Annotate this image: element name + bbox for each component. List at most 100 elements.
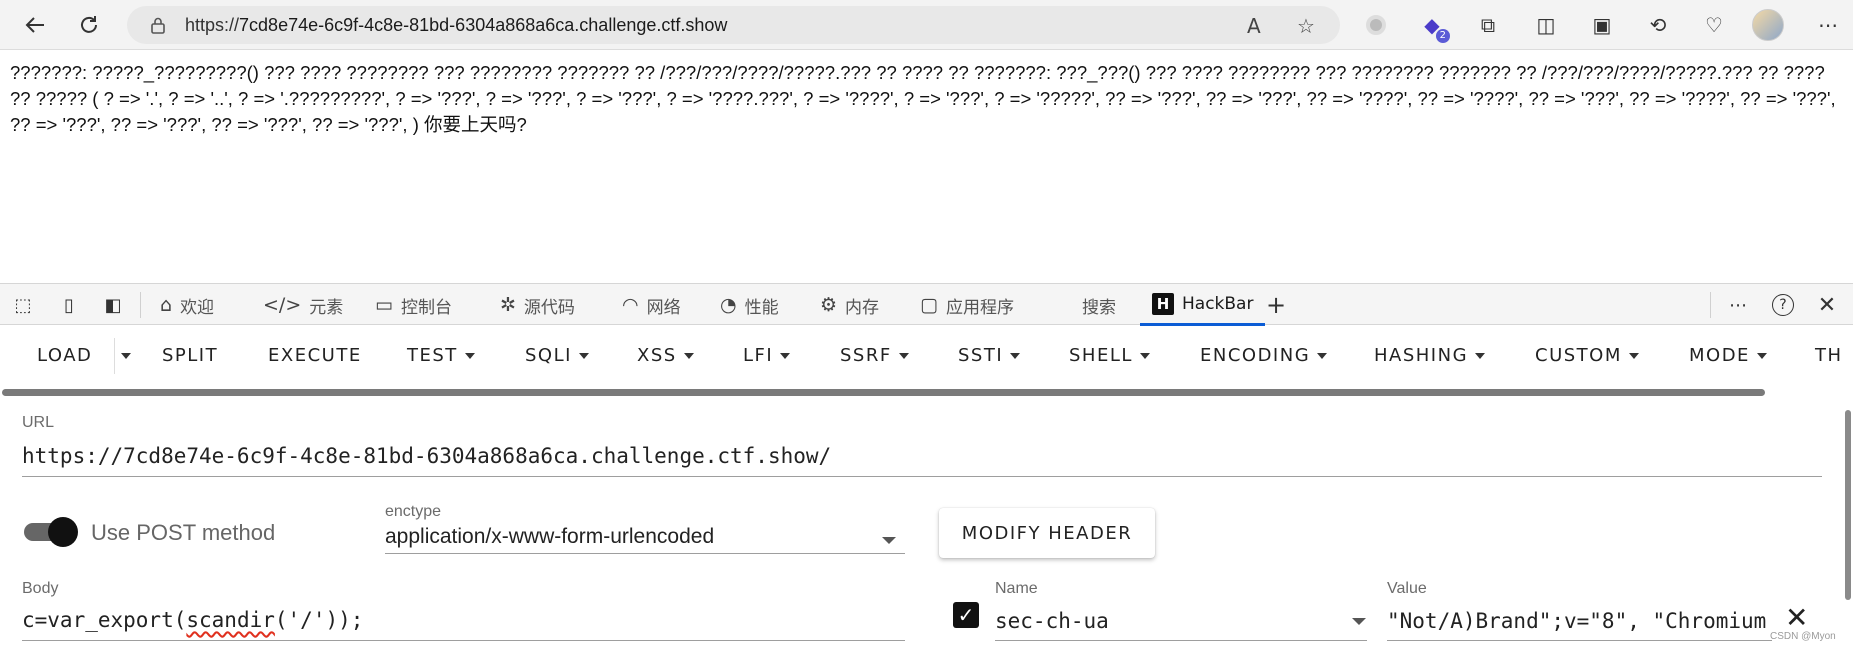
wifi-icon: ◠ (622, 294, 639, 316)
read-aloud-icon[interactable]: A (1247, 14, 1261, 38)
tab-welcome[interactable]: ⌂ 欢迎 (160, 284, 214, 326)
address-url[interactable]: https://7cd8e74e-6c9f-4c8e-81bd-6304a868… (185, 15, 727, 36)
chevron-down-icon (121, 353, 131, 359)
menu-execute[interactable]: EXECUTE (268, 345, 362, 366)
url-input[interactable]: https://7cd8e74e-6c9f-4c8e-81bd-6304a868… (22, 444, 831, 468)
tab-memory[interactable]: ⚙ 内存 (820, 284, 879, 326)
inspect-element-icon[interactable]: ⬚ (10, 292, 36, 318)
tab-application[interactable]: ▢ 应用程序 (920, 284, 1014, 326)
menu-encoding[interactable]: ENCODING (1200, 345, 1328, 366)
post-method-toggle[interactable] (24, 517, 78, 547)
record-icon[interactable] (1362, 11, 1390, 39)
help-icon[interactable]: ? (1770, 292, 1796, 318)
profile-avatar[interactable] (1752, 9, 1784, 41)
menu-label: EXECUTE (268, 345, 362, 366)
chevron-down-icon (1139, 353, 1150, 359)
collections-icon[interactable]: ▣ (1588, 11, 1616, 39)
menu-lfi[interactable]: LFI (743, 345, 791, 366)
hackbar-menu: LOAD SPLIT EXECUTE TEST SQLI XSS LFI SSR… (0, 326, 1853, 386)
code-icon: </> (263, 294, 302, 316)
reload-icon[interactable] (72, 9, 106, 41)
chevron-down-icon (1317, 353, 1328, 359)
more-options-icon[interactable]: ⋯ (1725, 292, 1751, 318)
url-host: 7cd8e74e-6c9f-4c8e-81bd-6304a868a6ca.cha… (239, 15, 728, 35)
performance-heart-icon[interactable]: ♡ (1700, 11, 1728, 39)
tab-sources[interactable]: ✲ 源代码 (500, 284, 575, 326)
menu-label: TH (1815, 345, 1843, 366)
menu-label: ENCODING (1200, 345, 1311, 366)
device-emulation-icon[interactable]: ▯ (56, 292, 82, 318)
enctype-underline (385, 553, 905, 554)
extensions-puzzle-icon[interactable]: ⧉ (1474, 11, 1502, 39)
tab-label: 控制台 (400, 297, 452, 318)
header-value-label: Value (1387, 580, 1427, 597)
chevron-down-icon (1010, 353, 1021, 359)
tab-console[interactable]: ▭ 控制台 (375, 284, 452, 326)
more-menu-icon[interactable]: ⋯ (1814, 11, 1842, 39)
horizontal-scrollbar[interactable] (0, 387, 1853, 397)
body-suffix: ('/')); (274, 608, 364, 632)
vertical-scrollbar-thumb[interactable] (1845, 410, 1851, 600)
chevron-down-icon (1628, 353, 1639, 359)
body-label: Body (22, 580, 59, 597)
tab-hackbar[interactable]: H HackBar (1140, 284, 1266, 326)
menu-custom[interactable]: CUSTOM (1535, 345, 1639, 366)
enctype-dropdown-icon[interactable] (882, 537, 896, 544)
menu-theme[interactable]: TH (1815, 345, 1843, 366)
body-input[interactable]: c=var_export(scandir('/')); (22, 608, 363, 632)
chevron-down-icon (780, 353, 791, 359)
load-dropdown-icon[interactable] (114, 345, 131, 366)
menu-label: LFI (743, 345, 774, 366)
menu-label: CUSTOM (1535, 345, 1622, 366)
menu-hashing[interactable]: HASHING (1374, 345, 1486, 366)
menu-xss[interactable]: XSS (637, 345, 694, 366)
header-enabled-checkbox[interactable]: ✓ (953, 602, 979, 628)
menu-shell[interactable]: SHELL (1069, 345, 1150, 366)
menu-ssti[interactable]: SSTI (958, 345, 1021, 366)
header-value-input[interactable]: "Not/A)Brand";v="8", "Chromium" (1387, 609, 1769, 633)
menu-load[interactable]: LOAD (37, 345, 92, 366)
menu-ssrf[interactable]: SSRF (840, 345, 909, 366)
tab-elements[interactable]: </> 元素 (263, 284, 343, 326)
body-prefix: c=var_export( (22, 608, 187, 632)
body-input-underline (22, 640, 905, 641)
split-screen-icon[interactable]: ◫ (1532, 11, 1560, 39)
menu-label: LOAD (37, 345, 93, 366)
remove-header-icon[interactable]: ✕ (1785, 601, 1808, 634)
tab-network[interactable]: ◠ 网络 (622, 284, 681, 326)
horizontal-scrollbar-thumb[interactable] (2, 389, 1765, 396)
menu-sqli[interactable]: SQLI (525, 345, 589, 366)
app-icon: ▢ (920, 294, 938, 316)
spellcheck-word: scandir (186, 608, 275, 632)
tab-performance[interactable]: ◔ 性能 (720, 284, 779, 326)
header-name-dropdown-icon[interactable] (1352, 618, 1366, 625)
favorite-star-icon[interactable]: ☆ (1297, 14, 1315, 38)
history-icon[interactable]: ⟲ (1644, 11, 1672, 39)
close-devtools-icon[interactable]: ✕ (1814, 292, 1840, 318)
gauge-icon: ◔ (720, 294, 737, 316)
modify-header-button[interactable]: MODIFY HEADER (939, 508, 1155, 558)
enctype-label: enctype (385, 503, 442, 520)
menu-label: SQLI (525, 345, 572, 366)
back-icon[interactable] (18, 9, 52, 41)
tab-label: 元素 (309, 297, 344, 318)
chevron-down-icon (898, 353, 909, 359)
header-name-select[interactable]: sec-ch-ua (995, 609, 1109, 633)
vertical-scrollbar[interactable] (1845, 390, 1851, 652)
toggle-knob (48, 517, 78, 547)
enctype-select[interactable]: application/x-www-form-urlencoded (385, 525, 714, 549)
bug-icon: ✲ (500, 294, 516, 316)
tab-search[interactable]: 搜索 (1082, 284, 1116, 326)
menu-test[interactable]: TEST (407, 345, 475, 366)
tab-label: 欢迎 (180, 297, 215, 318)
menu-mode[interactable]: MODE (1689, 345, 1767, 366)
extension-gem-icon[interactable]: ◆ 2 (1418, 11, 1450, 43)
address-bar[interactable]: https://7cd8e74e-6c9f-4c8e-81bd-6304a868… (127, 6, 1340, 44)
devtools-tab-bar: ⬚ ▯ ◧ ⌂ 欢迎 </> 元素 ▭ 控制台 ✲ 源代码 ◠ 网络 ◔ 性能 ⚙ 内存 ▢ 应… (0, 283, 1853, 326)
add-tab-icon[interactable]: + (1263, 291, 1289, 319)
extension-badge: 2 (1435, 29, 1450, 43)
dock-side-icon[interactable]: ◧ (100, 292, 126, 318)
menu-split[interactable]: SPLIT (162, 345, 218, 366)
header-name-label: Name (995, 580, 1038, 597)
menu-label: SHELL (1069, 345, 1133, 366)
